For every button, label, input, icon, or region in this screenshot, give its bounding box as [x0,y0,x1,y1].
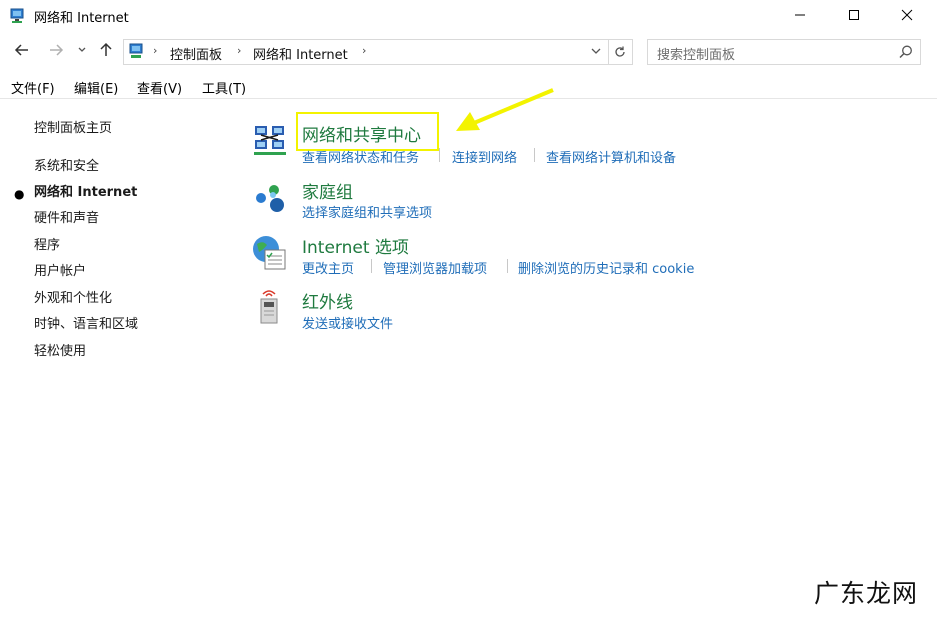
refresh-button[interactable] [608,39,633,65]
internet-options-icon [251,234,289,272]
menu-edit[interactable]: 编辑(E) [74,78,118,97]
link-separator [534,148,535,162]
chevron-down-icon [591,48,601,54]
sidebar-item-clock-region[interactable]: 时钟、语言和区域 [34,313,138,332]
sidebar-item-system-security[interactable]: 系统和安全 [34,155,99,174]
link-connect-to-network[interactable]: 连接到网络 [452,147,517,166]
search-icon[interactable] [898,44,914,60]
breadcrumb-control-panel[interactable]: 控制面板 [170,44,222,63]
active-bullet-icon: ● [14,187,25,201]
up-button[interactable] [96,40,116,60]
search-input[interactable]: 搜索控制面板 [647,39,921,65]
link-separator [371,259,372,273]
sidebar-item-hardware-sound[interactable]: 硬件和声音 [34,207,99,226]
category-title-internet-options[interactable]: Internet 选项 [302,233,409,258]
address-dropdown-button[interactable] [590,45,602,57]
breadcrumb-network-internet[interactable]: 网络和 Internet [253,44,348,63]
network-sharing-center-icon [252,122,288,158]
back-button[interactable] [12,40,32,60]
category-title-network-sharing-center[interactable]: 网络和共享中心 [302,121,421,146]
sidebar-item-network-internet[interactable]: 网络和 Internet [34,181,137,200]
window-title: 网络和 Internet [34,11,129,26]
watermark: 广东龙网 [814,579,919,608]
minimize-icon [795,14,805,16]
breadcrumb-chevron-icon[interactable]: › [237,44,241,57]
network-internet-icon [9,7,27,25]
search-placeholder: 搜索控制面板 [657,48,736,63]
chevron-down-icon [78,47,86,52]
forward-arrow-icon [50,44,64,56]
sidebar-item-user-accounts[interactable]: 用户帐户 [34,260,86,279]
sidebar-item-ease-of-access[interactable]: 轻松使用 [34,340,86,359]
menu-tools[interactable]: 工具(T) [202,78,246,97]
link-homegroup-options[interactable]: 选择家庭组和共享选项 [302,202,432,221]
forward-button[interactable] [46,40,66,60]
breadcrumb-chevron-icon[interactable]: › [362,44,366,57]
back-arrow-icon [14,44,28,56]
sidebar-item-programs[interactable]: 程序 [34,234,60,253]
link-separator [507,259,508,273]
link-separator [439,148,440,162]
close-button[interactable] [884,0,930,30]
link-delete-history[interactable]: 删除浏览的历史记录和 cookie [518,258,694,277]
category-title-infrared[interactable]: 红外线 [302,288,353,313]
link-change-homepage[interactable]: 更改主页 [302,258,354,277]
annotation-arrow-icon [456,88,554,131]
link-send-receive-files[interactable]: 发送或接收文件 [302,313,393,332]
breadcrumb-chevron-icon[interactable]: › [153,44,157,57]
minimize-button[interactable] [777,0,823,30]
menu-view[interactable]: 查看(V) [137,78,182,97]
link-view-network-status[interactable]: 查看网络状态和任务 [302,147,419,166]
link-manage-addons[interactable]: 管理浏览器加载项 [383,258,487,277]
recent-locations-button[interactable] [75,40,89,60]
maximize-icon [849,10,859,20]
link-view-network-computers[interactable]: 查看网络计算机和设备 [546,147,676,166]
close-icon [901,9,913,21]
refresh-icon [615,46,625,57]
category-title-homegroup[interactable]: 家庭组 [302,178,353,203]
homegroup-icon [252,181,288,217]
maximize-button[interactable] [831,0,877,30]
up-arrow-icon [100,42,112,56]
sidebar-home-link[interactable]: 控制面板主页 [34,117,112,136]
control-panel-icon [128,42,146,60]
sidebar-item-appearance[interactable]: 外观和个性化 [34,287,112,306]
menu-file[interactable]: 文件(F) [11,78,55,97]
infrared-icon [254,289,286,325]
